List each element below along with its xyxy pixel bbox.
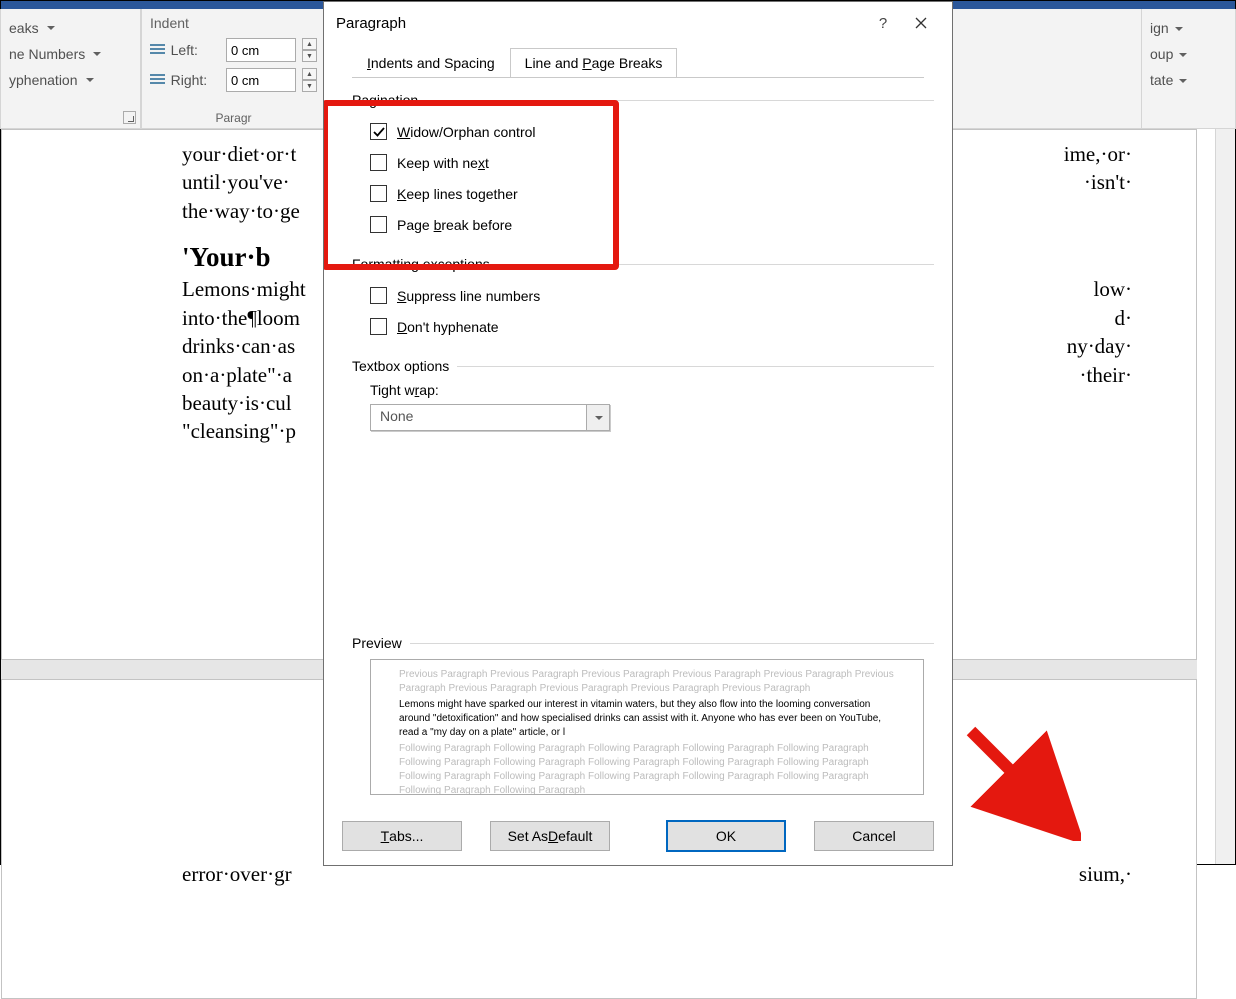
ribbon-arrange-group: ign oup tate [1141,9,1236,129]
doc-text: the·way·to·ge [182,199,300,223]
dialog-title: Paragraph [336,15,406,32]
checkbox-dont-hyphenate[interactable] [370,318,387,335]
chevron-down-icon [93,52,101,56]
doc-text: until·you've· [182,168,290,196]
chevron-down-icon [86,78,94,82]
ribbon-page-setup-group: eaks ne Numbers yphenation [0,9,141,129]
section-preview: Preview [352,635,934,651]
close-icon [915,17,927,29]
paragraph-dialog: Paragraph ? Indents and Spacing Line and… [323,1,953,866]
preview-previous: Previous Paragraph Previous Paragraph Pr… [399,668,895,696]
preview-box: Previous Paragraph Previous Paragraph Pr… [370,659,924,795]
doc-text: error·over·gr [182,860,292,888]
dropdown-tight-wrap[interactable]: None [370,404,610,431]
chevron-down-icon [595,416,603,420]
section-formatting-exceptions: Formatting exceptions [352,256,934,272]
indent-header: Indent [150,15,317,31]
indent-left-input[interactable] [226,38,296,62]
checkbox-keep-lines-together[interactable] [370,185,387,202]
label-keep-with-next: Keep with next [397,155,489,171]
checkbox-page-break-before[interactable] [370,216,387,233]
set-as-default-button[interactable]: Set As Default [490,821,610,851]
indent-left-icon [150,43,165,57]
preview-current: Lemons might have sparked our interest i… [399,698,895,740]
group-label: Paragr [142,111,325,125]
label-tight-wrap: Tight wrap: [370,382,924,398]
label-suppress-line-numbers: Suppress line numbers [397,288,540,304]
tabs-button[interactable]: Tabs... [342,821,462,851]
textbox-options: Tight wrap: None [342,376,934,433]
tab-indents-spacing[interactable]: Indents and Spacing [352,48,510,78]
spinner[interactable]: ▲▼ [302,38,317,62]
dropdown-value: None [371,405,586,430]
dialog-button-row: Tabs... Set As Default OK Cancel [324,807,952,865]
doc-text: ny·day· [1067,332,1132,360]
dropdown-button[interactable] [586,405,609,430]
dialog-tabs: Indents and Spacing Line and Page Breaks [342,48,934,78]
help-button[interactable]: ? [864,4,902,42]
hyphenation-menu[interactable]: yphenation [9,67,132,93]
checkbox-keep-with-next[interactable] [370,154,387,171]
doc-text: "cleansing"·p [182,419,296,443]
label-keep-lines-together: Keep lines together [397,186,518,202]
doc-text: low· [1094,275,1133,303]
doc-text: into·the¶loom [182,304,300,332]
dialog-launcher-icon[interactable] [123,111,136,124]
indent-right-label: Right: [171,72,220,88]
label-dont-hyphenate: Don't hyphenate [397,319,499,335]
rotate-menu[interactable]: tate [1150,67,1227,93]
indent-right-icon [150,73,165,87]
chevron-down-icon [1175,27,1183,31]
chevron-down-icon [47,26,55,30]
checkbox-suppress-line-numbers[interactable] [370,287,387,304]
ok-button[interactable]: OK [666,820,786,852]
indent-left-label: Left: [171,42,220,58]
doc-text: on·a·plate"·a [182,361,292,389]
doc-text: d· [1115,304,1133,332]
doc-text: ·isn't· [1084,168,1132,196]
section-textbox-options: Textbox options [352,358,934,374]
preview-following: Following Paragraph Following Paragraph … [399,742,895,795]
line-numbers-menu[interactable]: ne Numbers [9,41,132,67]
formatting-exceptions-options: Suppress line numbers Don't hyphenate [342,274,934,344]
doc-text: drinks·can·as [182,332,295,360]
label-page-break-before: Page break before [397,217,512,233]
close-button[interactable] [902,4,940,42]
doc-text: your·diet·or·t [182,140,296,168]
check-icon [372,125,386,139]
doc-text: sium,· [1079,860,1132,888]
pagination-options: Widow/Orphan control Keep with next Keep… [342,110,934,242]
group-menu[interactable]: oup [1150,41,1227,67]
label-widow-orphan: Widow/Orphan control [397,124,536,140]
breaks-menu[interactable]: eaks [9,15,132,41]
doc-text: beauty·is·cul [182,391,292,415]
align-menu[interactable]: ign [1150,15,1227,41]
vertical-scrollbar[interactable] [1215,129,1235,864]
spinner[interactable]: ▲▼ [302,68,317,92]
tab-line-page-breaks[interactable]: Line and Page Breaks [510,48,678,78]
checkbox-widow-orphan[interactable] [370,123,387,140]
doc-text: ime,·or· [1064,140,1132,168]
chevron-down-icon [1179,53,1187,57]
cancel-button[interactable]: Cancel [814,821,934,851]
indent-right-input[interactable] [226,68,296,92]
ribbon-paragraph-group: Indent Left: ▲▼ Right: ▲▼ Paragr [141,9,326,129]
doc-text: ·their· [1080,361,1132,389]
dialog-titlebar: Paragraph ? [324,2,952,44]
chevron-down-icon [1179,79,1187,83]
section-pagination: Pagination [352,92,934,108]
doc-text: Lemons·might [182,275,306,303]
